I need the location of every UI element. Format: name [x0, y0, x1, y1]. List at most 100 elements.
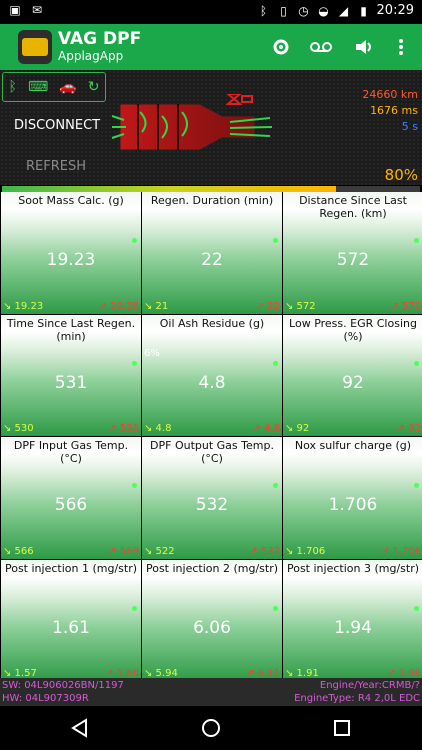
tile-max: ↗ 22	[255, 300, 280, 312]
live-indicator-icon	[414, 605, 419, 611]
vibrate-icon: ▯	[280, 3, 287, 18]
navigation-bar	[0, 706, 422, 750]
tile-label: Post injection 2 (mg/str)	[145, 561, 279, 575]
tile-min: ↘ 92	[285, 423, 310, 434]
disconnect-button[interactable]: DISCONNECT	[14, 118, 100, 133]
tile-value: 92	[342, 372, 364, 393]
software-version: SW: 04L906026BN/1197	[2, 680, 124, 691]
tile-label: Low Press. EGR Closing (%)	[289, 316, 417, 343]
tile-min: ↘ 530	[3, 423, 34, 434]
tile-min: ↘ 522	[144, 545, 175, 557]
tile-min: ↘ 566	[3, 545, 34, 557]
recents-icon[interactable]	[330, 716, 354, 740]
tile-min: ↘ 1.706	[285, 545, 326, 557]
tile-value: 566	[54, 495, 88, 515]
tile-egr-closing[interactable]: Low Press. EGR Closing (%) 92 ↘ 92 ↗ 92	[283, 314, 422, 436]
tile-value: 22	[201, 250, 223, 270]
battery-icon: ▮	[360, 3, 367, 18]
back-icon[interactable]	[68, 716, 92, 740]
response-time-readout: 1676 ms	[370, 104, 418, 117]
tile-label: Distance Since Last Regen. (km)	[299, 194, 407, 220]
tile-max: ↗ 569	[108, 545, 139, 557]
tile-value: 532	[195, 495, 229, 515]
tile-label: Nox sulfur charge (g)	[294, 439, 412, 452]
tile-label: Regen. Duration (min)	[150, 194, 274, 207]
image-icon: ▣	[9, 3, 21, 17]
tile-regen-duration[interactable]: Regen. Duration (min) 22 ↘ 21 ↗ 22	[142, 192, 282, 314]
app-subtitle: ApplagApp	[58, 49, 124, 63]
tile-value: 531	[54, 372, 88, 393]
tile-post-injection-2[interactable]: Post injection 2 (mg/str) 6.06 ↘ 5.94 ↗ …	[142, 559, 282, 681]
measurement-grid: Soot Mass Calc. (g) 19.23 ↘ 19.23 ↗ 20.2…	[0, 192, 422, 681]
live-indicator-icon	[273, 360, 278, 366]
live-indicator-icon	[132, 360, 137, 366]
interval-readout: 5 s	[401, 120, 418, 133]
status-time: 20:29	[376, 3, 414, 18]
tile-nox-sulfur[interactable]: Nox sulfur charge (g) 1.706 ↘ 1.706 ↗ 1.…	[283, 437, 422, 559]
tile-value: 1.94	[334, 617, 372, 638]
wifi-icon: ◒	[318, 3, 329, 18]
tile-label: Post injection 1 (mg/str)	[4, 561, 138, 575]
live-indicator-icon	[273, 605, 278, 611]
tile-value: 6.06	[193, 617, 231, 638]
refresh-button[interactable]: REFRESH	[26, 159, 86, 174]
tile-value: 572	[336, 250, 370, 270]
bluetooth-status-icon: ᛒ	[8, 79, 17, 95]
engine-type: EngineType: R4 2,0L EDC	[294, 693, 420, 704]
tile-min: ↘ 572	[285, 300, 316, 312]
connection-panel: ᛒ ⌨ 🚗 ↻ DISCONNECT REFRESH 24660 km 1676…	[0, 70, 422, 185]
home-icon[interactable]	[199, 716, 223, 740]
volume-icon[interactable]	[354, 36, 376, 58]
distance-readout: 24660 km	[362, 88, 418, 101]
hardware-version: HW: 04L907309R	[2, 693, 89, 704]
adapter-status-icon: ⌨	[27, 79, 49, 95]
app-logo-icon	[18, 30, 52, 64]
tile-post-injection-1[interactable]: Post injection 1 (mg/str) 1.61 ↘ 1.57 ↗ …	[1, 559, 141, 681]
alarm-icon: ◷	[298, 3, 309, 18]
car-status-icon: 🚗	[59, 79, 77, 95]
tile-soot-mass[interactable]: Soot Mass Calc. (g) 19.23 ↘ 19.23 ↗ 20.2…	[1, 192, 141, 314]
tile-max: ↗ 572	[390, 300, 421, 312]
tile-label: Soot Mass Calc. (g)	[18, 194, 124, 207]
live-indicator-icon	[414, 483, 419, 488]
live-indicator-icon	[414, 238, 419, 243]
live-indicator-icon	[273, 238, 278, 243]
tile-label: Oil Ash Residue (g)	[159, 316, 265, 330]
voicemail-icon[interactable]	[310, 36, 332, 58]
settings-gear-icon[interactable]	[270, 36, 292, 58]
tile-label: DPF Input Gas Temp. (°C)	[13, 439, 129, 465]
live-indicator-icon	[132, 238, 137, 243]
bluetooth-icon: ᛒ	[259, 3, 268, 18]
connection-status-icons: ᛒ ⌨ 🚗 ↻	[2, 72, 106, 102]
tile-dpf-input-temp[interactable]: DPF Input Gas Temp. (°C) 566 ↘ 566 ↗ 569	[1, 437, 141, 559]
tile-max: ↗ 531	[108, 423, 139, 434]
tile-value: 1.61	[52, 617, 90, 638]
tile-oil-ash-residue[interactable]: Oil Ash Residue (g) 6% 4.8 ↘ 4.8 ↗ 4.8	[142, 314, 282, 436]
tile-post-injection-3[interactable]: Post injection 3 (mg/str) 1.94 ↘ 1.91 ↗ …	[283, 559, 422, 681]
tile-label: Post injection 3 (mg/str)	[286, 561, 420, 575]
live-indicator-icon	[414, 360, 419, 366]
tile-max: ↗ 92	[396, 423, 421, 434]
tile-dpf-output-temp[interactable]: DPF Output Gas Temp. (°C) 532 ↘ 522 ↗ 53…	[142, 437, 282, 559]
tile-max: ↗ 1.706	[380, 545, 421, 557]
tile-extra-percent: 6%	[144, 347, 160, 359]
progress-percent: 80%	[384, 166, 418, 184]
tile-max: ↗ 532	[249, 545, 280, 557]
live-indicator-icon	[273, 483, 278, 488]
ecu-info-footer: SW: 04L906026BN/1197 HW: 04L907309R Engi…	[0, 678, 422, 706]
tile-value: 1.706	[328, 495, 378, 515]
live-indicator-icon	[132, 605, 137, 611]
signal-icon: ◢	[338, 3, 349, 18]
tile-min: ↘ 19.23	[3, 300, 44, 312]
tile-label: Time Since Last Regen. (min)	[6, 316, 136, 343]
tile-min: ↘ 21	[144, 300, 169, 312]
tile-max: ↗ 4.8	[252, 423, 280, 434]
tile-distance-since-regen[interactable]: Distance Since Last Regen. (km) 572 ↘ 57…	[283, 192, 422, 314]
app-bar: VAG DPF ApplagApp	[0, 24, 422, 70]
notification-icon: ✉	[31, 3, 43, 17]
more-options-icon[interactable]	[390, 36, 412, 58]
engine-year: Engine/Year:CRMB/?	[319, 680, 420, 691]
sync-status-icon: ↻	[87, 79, 100, 95]
tile-max: ↗ 20.28	[98, 300, 139, 312]
tile-time-since-regen[interactable]: Time Since Last Regen. (min) 531 ↘ 530 ↗…	[1, 314, 141, 436]
